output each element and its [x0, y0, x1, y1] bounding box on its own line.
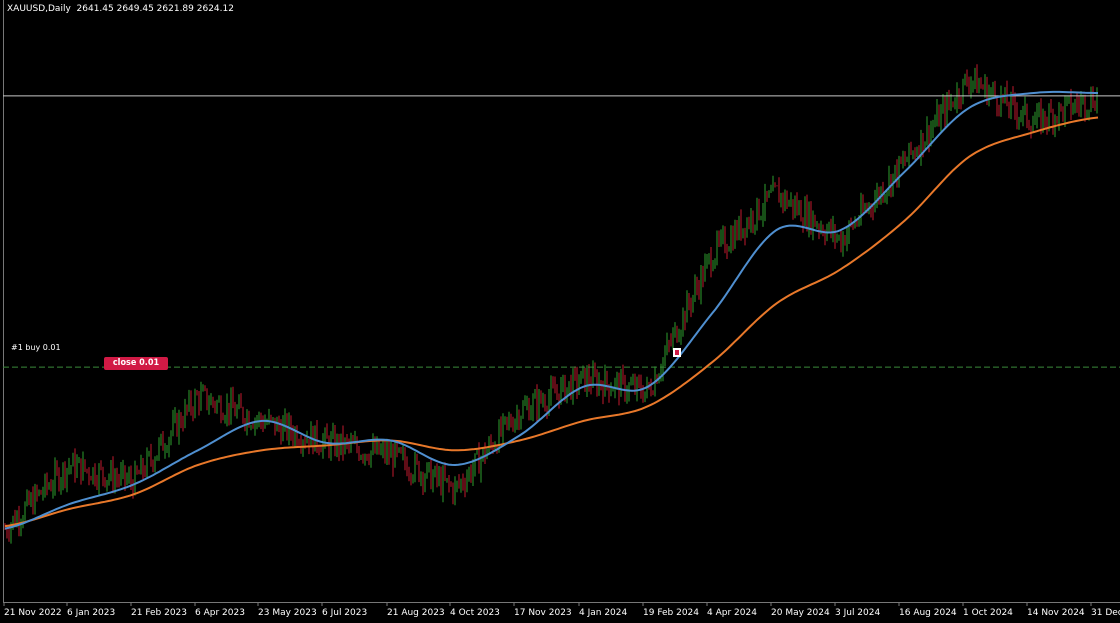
- ohlc-values: 2641.45 2649.45 2621.89 2624.12: [76, 4, 234, 14]
- x-tick-label: 21 Aug 2023: [387, 608, 445, 618]
- close-order-button[interactable]: close 0.01: [104, 357, 168, 370]
- price-chart[interactable]: 21 Nov 2022 6 Jan 2023 21 Feb 2023 6 Apr 20…: [0, 0, 1120, 623]
- x-tick-label: 21 Nov 2022: [4, 608, 62, 618]
- order-marker-core: [675, 350, 679, 355]
- x-tick-label: 6 Jul 2023: [322, 608, 367, 618]
- x-tick-label: 4 Jan 2024: [579, 608, 627, 618]
- x-tick-label: 4 Apr 2024: [707, 608, 757, 618]
- x-tick-label: 31 Dec: [1091, 608, 1120, 618]
- x-tick-label: 6 Apr 2023: [195, 608, 245, 618]
- x-tick-label: 16 Aug 2024: [899, 608, 957, 618]
- x-tick-label: 20 May 2024: [771, 608, 830, 618]
- chart-header: XAUUSD,Daily 2641.45 2649.45 2621.89 262…: [7, 4, 234, 14]
- x-tick-label: 17 Nov 2023: [514, 608, 572, 618]
- chart-background: [0, 0, 1120, 623]
- x-tick-label: 3 Jul 2024: [835, 608, 880, 618]
- x-tick-label: 23 May 2023: [258, 608, 317, 618]
- x-tick-label: 4 Oct 2023: [450, 608, 500, 618]
- x-tick-label: 19 Feb 2024: [643, 608, 699, 618]
- order-label: #1 buy 0.01: [11, 343, 61, 352]
- x-tick-label: 6 Jan 2023: [67, 608, 115, 618]
- symbol-label: XAUUSD,Daily: [7, 4, 71, 14]
- x-tick-label: 14 Nov 2024: [1027, 608, 1085, 618]
- order-marker[interactable]: [673, 348, 681, 357]
- x-tick-label: 1 Oct 2024: [963, 608, 1013, 618]
- x-tick-label: 21 Feb 2023: [131, 608, 187, 618]
